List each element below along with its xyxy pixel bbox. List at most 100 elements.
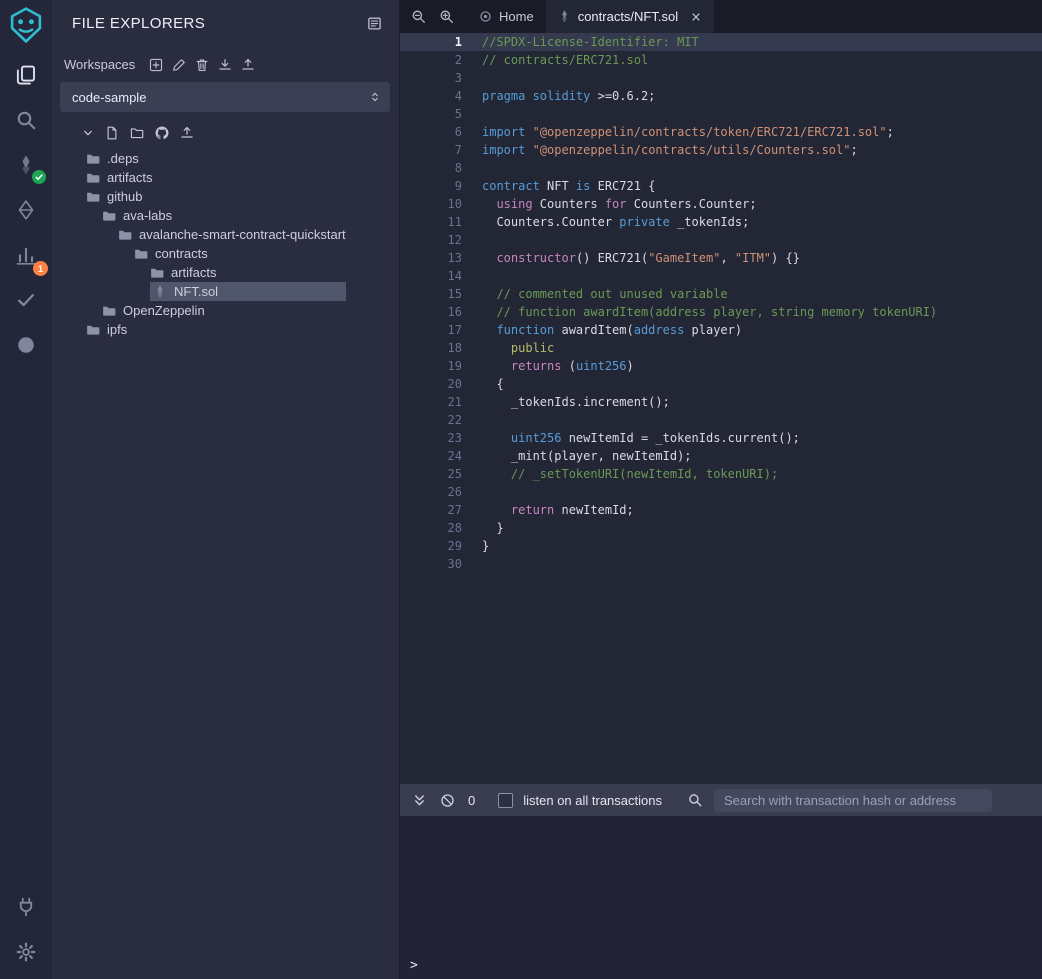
- sidebar-item-search[interactable]: [9, 105, 43, 135]
- tree-item-avalanche-smart-contract-quickstart[interactable]: avalanche-smart-contract-quickstart: [52, 225, 399, 244]
- tree-item-ipfs[interactable]: ipfs: [52, 320, 399, 339]
- tree-item-contracts[interactable]: contracts: [52, 244, 399, 263]
- code-line: }: [482, 537, 1042, 555]
- line-number: 9: [400, 177, 462, 195]
- tab-label: contracts/NFT.sol: [578, 9, 678, 24]
- tree-item-label: OpenZeppelin: [123, 303, 205, 318]
- code-line: }: [482, 519, 1042, 537]
- remix-tab-icon: [479, 10, 492, 23]
- compiler-success-badge: [32, 170, 46, 184]
- folder-icon: [86, 323, 100, 337]
- line-number: 29: [400, 537, 462, 555]
- code-line: [482, 231, 1042, 249]
- tree-item-label: ipfs: [107, 322, 127, 337]
- tree-item--deps[interactable]: .deps: [52, 149, 399, 168]
- terminal-toolbar: 0 listen on all transactions: [400, 784, 1042, 816]
- code-line: _mint(player, newItemId);: [482, 447, 1042, 465]
- code-editor[interactable]: 1234567891011121314151617181920212223242…: [400, 33, 1042, 784]
- terminal-search-input[interactable]: [714, 789, 992, 812]
- code-line: [482, 105, 1042, 123]
- listen-transactions-checkbox[interactable]: [498, 793, 513, 808]
- code-line: // contracts/ERC721.sol: [482, 51, 1042, 69]
- tree-item-ava-labs[interactable]: ava-labs: [52, 206, 399, 225]
- sidebar-item-static-analysis[interactable]: 1: [9, 240, 43, 270]
- code-line: using Counters for Counters.Counter;: [482, 195, 1042, 213]
- line-number: 10: [400, 195, 462, 213]
- tree-item-github[interactable]: github: [52, 187, 399, 206]
- solidity-file-icon: [558, 10, 571, 23]
- gear-icon: [16, 942, 36, 962]
- zoom-out-icon[interactable]: [411, 9, 426, 24]
- rename-workspace-icon[interactable]: [172, 58, 186, 72]
- line-number: 7: [400, 141, 462, 159]
- line-number: 4: [400, 87, 462, 105]
- line-number: 16: [400, 303, 462, 321]
- sidebar-item-sourcify[interactable]: [9, 330, 43, 360]
- terminal-prompt: >: [410, 958, 418, 973]
- collapse-tree-icon[interactable]: [82, 127, 94, 139]
- sidebar-item-file-explorer[interactable]: [9, 60, 43, 90]
- code-line: return newItemId;: [482, 501, 1042, 519]
- folder-icon: [86, 171, 100, 185]
- clear-console-icon[interactable]: [440, 793, 455, 808]
- line-number: 12: [400, 231, 462, 249]
- code-line: contract NFT is ERC721 {: [482, 177, 1042, 195]
- main-area: Home contracts/NFT.sol 12345678910111213…: [400, 0, 1042, 979]
- select-caret-icon: [369, 91, 381, 103]
- folder-icon: [150, 266, 164, 280]
- code-line: import "@openzeppelin/contracts/token/ER…: [482, 123, 1042, 141]
- sidebar-item-unit-testing[interactable]: [9, 285, 43, 315]
- code-line: [482, 69, 1042, 87]
- workspace-selected-value: code-sample: [72, 90, 146, 105]
- tab-contracts-nft-sol[interactable]: contracts/NFT.sol: [546, 0, 714, 33]
- create-workspace-icon[interactable]: [149, 58, 163, 72]
- code-line: import "@openzeppelin/contracts/utils/Co…: [482, 141, 1042, 159]
- tab-home[interactable]: Home: [467, 0, 546, 33]
- tree-item-artifacts[interactable]: artifacts: [52, 263, 399, 282]
- line-number: 19: [400, 357, 462, 375]
- github-icon[interactable]: [155, 126, 169, 140]
- panel-title: FILE EXPLORERS: [72, 15, 205, 32]
- zoom-in-icon[interactable]: [439, 9, 454, 24]
- line-number: 25: [400, 465, 462, 483]
- sidebar-item-solidity-compiler[interactable]: [9, 150, 43, 180]
- sidebar-item-plugin-manager[interactable]: [9, 892, 43, 922]
- sidebar-item-deploy-and-run[interactable]: [9, 195, 43, 225]
- sidebar-item-settings[interactable]: [9, 937, 43, 967]
- code-line: returns (uint256): [482, 357, 1042, 375]
- code-content: //SPDX-License-Identifier: MIT// contrac…: [482, 33, 1042, 573]
- tree-item-openzeppelin[interactable]: OpenZeppelin: [52, 301, 399, 320]
- code-line: [482, 555, 1042, 573]
- tree-item-nft-sol[interactable]: NFT.sol: [52, 282, 399, 301]
- tree-item-artifacts[interactable]: artifacts: [52, 168, 399, 187]
- line-number: 3: [400, 69, 462, 87]
- terminal-expand-icon[interactable]: [412, 793, 427, 808]
- terminal: 0 listen on all transactions >: [400, 784, 1042, 979]
- solidity-file-icon: [153, 285, 167, 299]
- line-numbers: 1234567891011121314151617181920212223242…: [400, 33, 462, 573]
- static-analysis-icon: [16, 245, 36, 265]
- folder-icon: [102, 304, 116, 318]
- new-folder-icon[interactable]: [130, 126, 144, 140]
- delete-workspace-icon[interactable]: [195, 58, 209, 72]
- restore-workspace-icon[interactable]: [241, 58, 255, 72]
- download-workspace-icon[interactable]: [218, 58, 232, 72]
- line-number: 20: [400, 375, 462, 393]
- tab-bar: Home contracts/NFT.sol: [400, 0, 1042, 33]
- workspace-menu-icon[interactable]: [367, 16, 382, 31]
- folder-icon: [134, 247, 148, 261]
- line-number: 5: [400, 105, 462, 123]
- line-number: 15: [400, 285, 462, 303]
- tab-label: Home: [499, 9, 534, 24]
- tree-item-label: ava-labs: [123, 208, 172, 223]
- upload-file-icon[interactable]: [180, 126, 194, 140]
- folder-icon: [86, 190, 100, 204]
- remix-logo[interactable]: [7, 6, 45, 44]
- close-tab-icon[interactable]: [690, 11, 702, 23]
- terminal-output[interactable]: >: [400, 816, 1042, 979]
- new-file-icon[interactable]: [105, 126, 119, 140]
- tree-item-label: github: [107, 189, 142, 204]
- transaction-count: 0: [468, 793, 475, 808]
- folder-icon: [86, 152, 100, 166]
- workspace-select[interactable]: code-sample: [60, 82, 390, 112]
